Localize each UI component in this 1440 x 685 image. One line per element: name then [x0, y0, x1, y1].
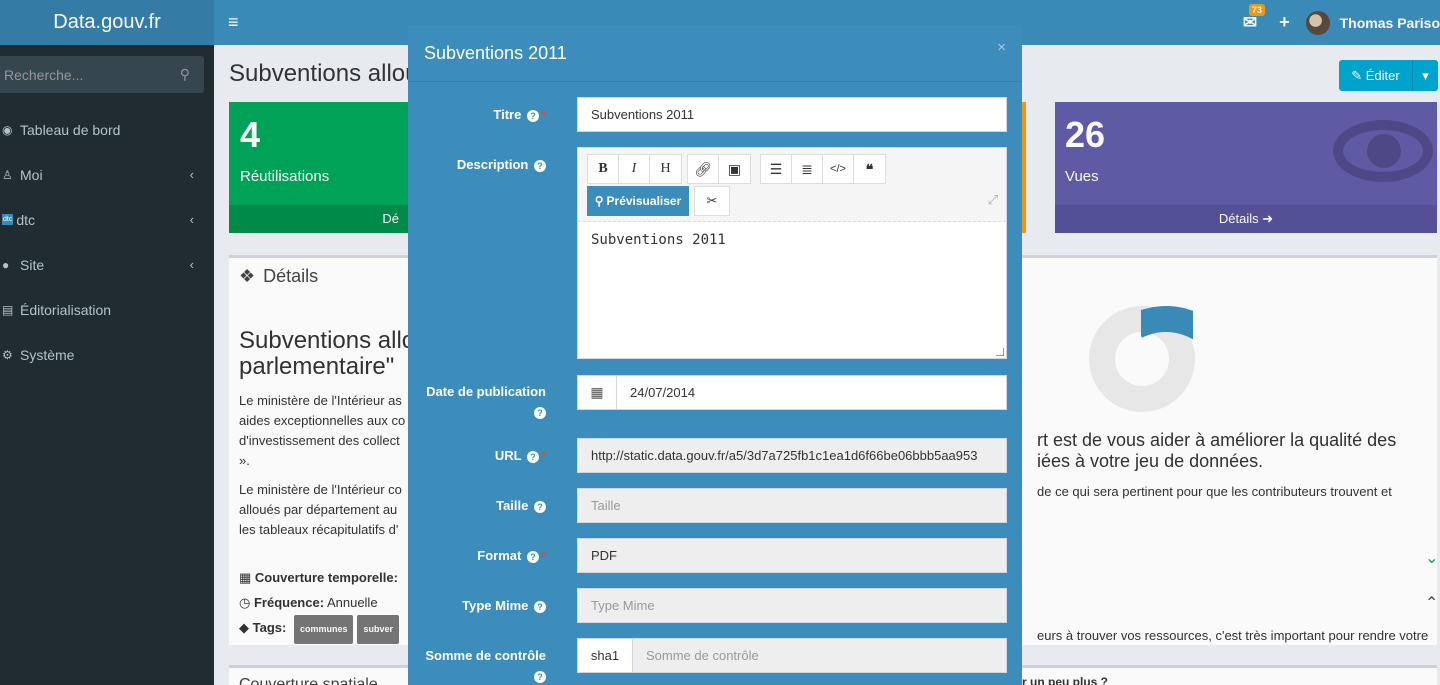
block-button-group: ☰ ≣ </> ❝: [760, 154, 886, 184]
question-circle-icon: ?: [526, 110, 539, 122]
question-circle-icon: ?: [534, 160, 546, 172]
checksum-label: Somme de contrôle?: [410, 646, 546, 685]
description-label: Description ?: [457, 155, 546, 175]
title-label-text: Titre: [493, 107, 522, 122]
expand-icon[interactable]: ⤢: [988, 192, 998, 208]
format-label: Format ? *: [477, 546, 546, 566]
required-marker: *: [540, 448, 546, 463]
title-input[interactable]: Subventions 2011: [577, 97, 1007, 132]
close-icon[interactable]: ×: [997, 39, 1006, 56]
preview-label: Prévisualiser: [606, 194, 682, 208]
mime-label-text: Type Mime: [462, 598, 529, 613]
format-button-group: B I H: [587, 154, 682, 184]
checksum-type-select[interactable]: sha1: [577, 638, 633, 673]
preview-button[interactable]: ⚲ Prévisualiser: [587, 186, 689, 216]
italic-button[interactable]: I: [619, 155, 650, 183]
size-label-text: Taille: [496, 498, 529, 513]
date-label: Date de publication?: [410, 382, 546, 422]
url-input[interactable]: http://static.data.gouv.fr/a5/3d7a725fb1…: [577, 438, 1007, 473]
size-label: Taille ?: [496, 496, 546, 516]
question-circle-icon: ?: [526, 451, 539, 463]
scissors-icon[interactable]: ✂: [694, 186, 730, 216]
required-marker: *: [540, 548, 546, 563]
mime-label: Type Mime ?: [462, 596, 546, 616]
description-label-text: Description: [456, 157, 529, 172]
bold-button[interactable]: B: [588, 155, 619, 183]
question-circle-icon: ?: [534, 601, 546, 613]
question-circle-icon: ?: [534, 407, 546, 419]
search-icon: ⚲: [594, 194, 604, 208]
checksum-label-text: Somme de contrôle: [425, 648, 546, 663]
code-icon[interactable]: </>: [823, 155, 854, 183]
question-circle-icon: ?: [526, 551, 539, 563]
insert-button-group: 🔗︎ ▣: [687, 154, 751, 184]
description-textarea[interactable]: Subventions 2011: [591, 232, 726, 248]
checksum-input[interactable]: Somme de contrôle: [632, 638, 1007, 673]
date-input[interactable]: 24/07/2014: [616, 375, 1007, 410]
markdown-editor: B I H 🔗︎ ▣ ☰ ≣ </> ❝ ⚲Prévisualiser ✂ ⤢: [577, 147, 1007, 359]
date-label-text: Date de publication: [426, 384, 546, 399]
modal-header: Subventions 2011 ×: [408, 25, 1022, 82]
modal-title: Subventions 2011: [424, 42, 567, 63]
mime-input[interactable]: Type Mime: [577, 588, 1007, 623]
editor-toolbar: B I H 🔗︎ ▣ ☰ ≣ </> ❝ ⚲ Prévisualiser ✂ ⤢: [578, 148, 1006, 222]
edit-resource-modal: Subventions 2011 × Titre ? * Subventions …: [408, 25, 1022, 685]
resize-handle[interactable]: [996, 348, 1004, 356]
link-icon[interactable]: 🔗︎: [688, 155, 719, 183]
title-label: Titre ? *: [493, 105, 546, 125]
url-label-text: URL: [494, 448, 522, 463]
question-circle-icon: ?: [534, 671, 546, 683]
quote-icon[interactable]: ❝: [854, 155, 885, 183]
url-label: URL ? *: [495, 446, 546, 466]
heading-button[interactable]: H: [650, 155, 681, 183]
required-marker: *: [540, 107, 546, 122]
question-circle-icon: ?: [534, 501, 546, 513]
format-label-text: Format: [477, 548, 522, 563]
calendar-icon[interactable]: ▦: [577, 375, 617, 410]
size-input[interactable]: Taille: [577, 488, 1007, 523]
image-icon[interactable]: ▣: [719, 155, 750, 183]
format-input[interactable]: PDF: [577, 538, 1007, 573]
list-ul-icon[interactable]: ☰: [761, 155, 792, 183]
list-ol-icon[interactable]: ≣: [792, 155, 823, 183]
